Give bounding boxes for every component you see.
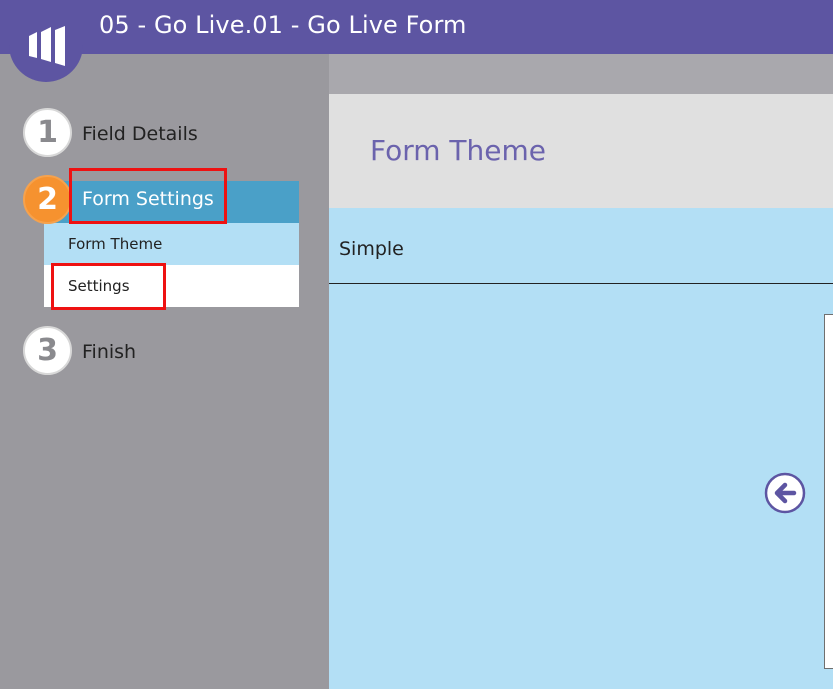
step-finish[interactable]: Finish [82, 341, 136, 363]
panel-title: Form Theme [370, 134, 547, 167]
step-form-settings[interactable]: Form Settings [82, 188, 214, 210]
theme-option-label: Simple [339, 238, 404, 260]
arrow-left-circle-icon[interactable] [764, 472, 806, 514]
theme-preview [824, 314, 833, 669]
marketo-logo-icon[interactable] [9, 0, 83, 82]
logo-bars-icon [29, 26, 65, 66]
step-1-badge: 1 [23, 108, 72, 157]
app-header: 05 - Go Live.01 - Go Live Form [0, 0, 833, 54]
wizard-sidebar: 1 Field Details 2 Form Settings Form The… [0, 54, 329, 689]
page-title: 05 - Go Live.01 - Go Live Form [99, 11, 467, 39]
subitem-form-theme-label: Form Theme [68, 235, 163, 253]
step-2-badge: 2 [23, 175, 72, 224]
subitem-settings[interactable]: Settings [44, 265, 299, 307]
subitem-form-theme[interactable]: Form Theme [44, 223, 299, 265]
theme-panel: Simple [329, 208, 833, 689]
theme-option-simple[interactable]: Simple [329, 208, 833, 284]
main-content: Form Theme Simple [329, 54, 833, 689]
step-field-details[interactable]: Field Details [82, 123, 198, 145]
subitem-settings-label: Settings [68, 277, 130, 295]
panel-header: Form Theme [329, 94, 833, 208]
step-3-badge: 3 [23, 326, 72, 375]
